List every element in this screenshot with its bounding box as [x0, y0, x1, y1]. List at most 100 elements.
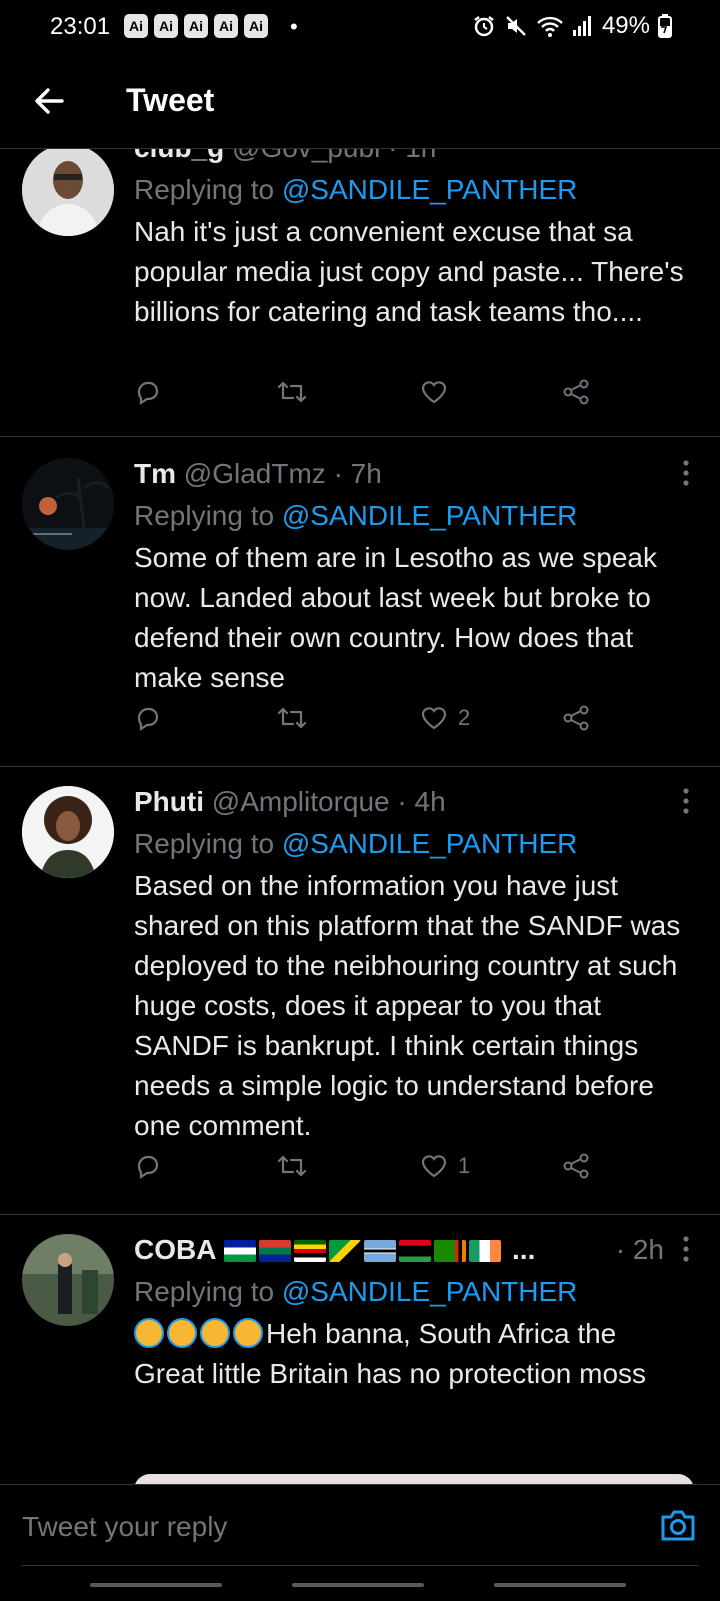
like-heart-icon[interactable]	[420, 378, 448, 406]
tweet-item[interactable]: COBA ... · 2h Replying to @SANDILE_PANTH…	[0, 1214, 720, 1484]
more-options-icon[interactable]	[682, 1236, 690, 1262]
author-name[interactable]: COBA	[134, 1234, 216, 1265]
battery-percent: 49%	[601, 12, 650, 39]
author-name[interactable]: club_g	[134, 148, 224, 163]
tweet-text: Based on the information you have just s…	[134, 870, 681, 1141]
separator-dot: ·	[333, 458, 343, 489]
ai-notification-icon: Ai	[124, 14, 148, 38]
retweet-icon[interactable]	[276, 378, 308, 406]
separator-dot: ·	[397, 786, 407, 817]
more-options-icon[interactable]	[682, 788, 690, 814]
more-options-icon[interactable]	[682, 460, 690, 486]
person-emoji-icon	[233, 1318, 263, 1348]
tweet-item[interactable]: Tm @GladTmz · 7h Replying to @SANDILE_PA…	[0, 438, 720, 767]
zambia-flag-icon	[434, 1240, 467, 1262]
back-arrow-icon[interactable]	[32, 84, 66, 118]
avatar-image	[22, 148, 114, 236]
retweet-icon[interactable]	[276, 1152, 308, 1180]
reply-icon[interactable]	[134, 378, 162, 406]
tweet-item[interactable]: club_g @Gov_publ · 1h Replying to @SANDI…	[0, 148, 720, 437]
person-emoji-icon	[134, 1318, 164, 1348]
avatar[interactable]	[22, 786, 114, 878]
south-africa-flag-icon	[259, 1240, 292, 1262]
replying-prefix: Replying to	[134, 828, 275, 859]
wifi-icon	[537, 16, 563, 37]
alarm-icon	[474, 16, 494, 37]
avatar[interactable]	[22, 148, 114, 236]
reply-input[interactable]: Tweet your reply	[22, 1511, 227, 1543]
avatar-image	[22, 458, 114, 550]
like-button[interactable]: 1	[420, 1152, 470, 1180]
tweet-header: Phuti @Amplitorque · 4h	[134, 784, 692, 820]
tweet-actions: 2	[134, 704, 604, 744]
tweet-item[interactable]: Phuti @Amplitorque · 4h Replying to @SAN…	[0, 766, 720, 1215]
separator-dot: ·	[388, 148, 397, 163]
tweet-time: 4h	[414, 786, 446, 817]
status-bar: 23:01 Ai Ai Ai Ai Ai • 49%	[0, 0, 720, 54]
separator-dot: ·	[615, 1234, 626, 1265]
retweet-icon[interactable]	[276, 704, 308, 732]
botswana-flag-icon	[364, 1240, 397, 1262]
author-handle[interactable]: @Gov_publ	[232, 148, 380, 163]
flag-emojis	[224, 1234, 512, 1265]
replying-prefix: Replying to	[134, 1276, 275, 1307]
avatar-image	[22, 1234, 114, 1326]
author-handle[interactable]: @Amplitorque	[212, 786, 390, 817]
libya-flag-icon	[399, 1240, 432, 1262]
replying-to: Replying to @SANDILE_PANTHER	[134, 172, 692, 208]
media-preview[interactable]	[134, 1474, 694, 1484]
like-button[interactable]: 2	[420, 704, 470, 732]
nav-home-bar[interactable]	[292, 1583, 424, 1587]
more-options-icon[interactable]	[682, 148, 690, 156]
share-icon[interactable]	[562, 378, 590, 406]
camera-icon[interactable]	[658, 1505, 698, 1545]
replying-to: Replying to @SANDILE_PANTHER	[134, 498, 692, 534]
like-count: 1	[458, 1153, 471, 1178]
like-heart-icon	[421, 1155, 447, 1178]
tweet-actions: 1	[134, 1152, 604, 1192]
avatar[interactable]	[22, 1234, 114, 1326]
reply-icon[interactable]	[134, 1152, 162, 1180]
mention-link[interactable]: @SANDILE_PANTHER	[282, 828, 578, 859]
ai-notification-icon: Ai	[244, 14, 268, 38]
person-emoji-icon	[167, 1318, 197, 1348]
share-icon[interactable]	[562, 1152, 590, 1180]
mention-link[interactable]: @SANDILE_PANTHER	[282, 500, 578, 531]
mention-link[interactable]: @SANDILE_PANTHER	[282, 1276, 578, 1307]
status-time: 23:01	[50, 13, 111, 40]
tweet-header: COBA ... · 2h	[134, 1232, 692, 1268]
tweet-actions	[134, 378, 604, 418]
ai-notification-icon: Ai	[154, 14, 178, 38]
jamaica-flag-icon	[329, 1240, 362, 1262]
app-bar: Tweet	[0, 54, 720, 149]
lesotho-flag-icon	[224, 1240, 257, 1262]
tweet-meta: · 2h	[616, 1232, 664, 1268]
notification-icons: Ai Ai Ai Ai Ai	[124, 14, 268, 38]
replying-prefix: Replying to	[134, 174, 275, 205]
nav-recents-bar[interactable]	[90, 1583, 222, 1587]
tweet-text: Some of them are in Lesotho as we speak …	[134, 542, 657, 693]
replying-to: Replying to @SANDILE_PANTHER	[134, 826, 692, 862]
tweet-text: Nah it's just a convenient excuse that s…	[134, 216, 684, 327]
status-right: 49%	[472, 12, 672, 40]
replying-prefix: Replying to	[134, 500, 275, 531]
like-count: 2	[458, 705, 471, 730]
replying-to: Replying to @SANDILE_PANTHER	[134, 1274, 692, 1310]
author-name[interactable]: Phuti	[134, 786, 204, 817]
mute-icon	[506, 16, 526, 36]
ai-notification-icon: Ai	[184, 14, 208, 38]
avatar[interactable]	[22, 458, 114, 550]
author-handle[interactable]: @GladTmz	[184, 458, 326, 489]
battery-charging-icon	[658, 14, 672, 38]
reply-icon[interactable]	[134, 704, 162, 732]
reply-feed[interactable]: club_g @Gov_publ · 1h Replying to @SANDI…	[0, 148, 720, 1484]
mention-link[interactable]: @SANDILE_PANTHER	[282, 174, 578, 205]
tweet-time: 1h	[405, 148, 436, 163]
tweet-time: 2h	[632, 1234, 664, 1265]
nav-back-bar[interactable]	[494, 1583, 626, 1587]
author-name[interactable]: Tm	[134, 458, 176, 489]
zimbabwe-flag-icon	[294, 1240, 327, 1262]
input-underline	[22, 1565, 698, 1566]
share-icon[interactable]	[562, 704, 590, 732]
person-emoji-icon	[200, 1318, 230, 1348]
